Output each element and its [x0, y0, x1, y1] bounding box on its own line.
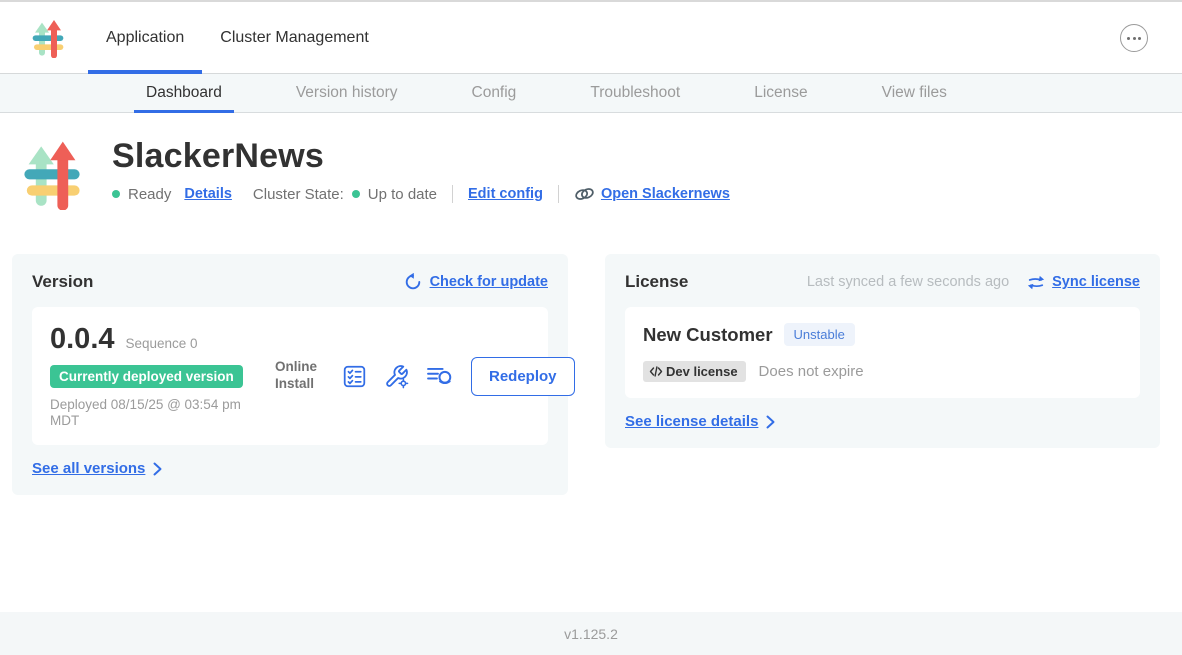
redeploy-button[interactable]: Redeploy [471, 357, 575, 396]
top-navigation: Application Cluster Management [88, 2, 387, 73]
tab-config[interactable]: Config [460, 74, 529, 112]
customer-name: New Customer [643, 324, 773, 346]
license-card-header: License Last synced a few seconds ago Sy… [625, 272, 1140, 292]
refresh-icon [404, 273, 422, 291]
version-actions: Online Install [275, 357, 575, 396]
tab-troubleshoot[interactable]: Troubleshoot [578, 74, 692, 112]
chain-link-icon [574, 186, 595, 202]
ellipsis-icon [1127, 37, 1130, 40]
tab-view-files[interactable]: View files [870, 74, 959, 112]
see-license-details-link[interactable]: See license details [625, 413, 1140, 430]
nav-cluster-management-label: Cluster Management [220, 29, 369, 47]
deployed-timestamp: Deployed 08/15/25 @ 03:54 pm MDT [50, 397, 265, 429]
app-masthead-text: SlackerNews Ready Details Cluster State:… [112, 138, 730, 203]
version-card: Version Check for update 0.0.4 Sequence … [12, 254, 568, 495]
sync-license-link[interactable]: Sync license [1027, 274, 1140, 291]
configure-version-button[interactable] [384, 364, 409, 389]
version-info: 0.0.4 Sequence 0 Currently deployed vers… [50, 323, 275, 429]
slackernews-app-logo [16, 138, 88, 210]
view-deploy-logs-button[interactable] [426, 364, 454, 388]
cluster-state-dot [352, 190, 360, 198]
nav-application-label: Application [106, 29, 184, 47]
version-number: 0.0.4 [50, 323, 115, 356]
app-masthead: SlackerNews Ready Details Cluster State:… [16, 138, 1182, 210]
overflow-menu-button[interactable] [1120, 24, 1148, 52]
chevron-right-icon [152, 462, 163, 476]
deployed-status-badge: Currently deployed version [50, 365, 243, 388]
current-version-panel: 0.0.4 Sequence 0 Currently deployed vers… [32, 307, 548, 445]
cluster-state-label: Cluster State: [253, 186, 344, 203]
app-status-dot [112, 190, 120, 198]
logs-magnifier-icon [426, 364, 454, 388]
app-tab-bar: Dashboard Version history Config Trouble… [0, 74, 1182, 113]
code-brackets-icon [649, 365, 663, 378]
open-app-link[interactable]: Open Slackernews [574, 186, 730, 202]
license-details-panel: New Customer Unstable Dev license Does n… [625, 307, 1140, 398]
license-card: License Last synced a few seconds ago Sy… [605, 254, 1160, 448]
see-all-versions-label: See all versions [32, 460, 145, 477]
nav-application[interactable]: Application [88, 2, 202, 73]
divider [452, 185, 453, 203]
install-type-label: Online Install [275, 359, 325, 393]
nav-cluster-management[interactable]: Cluster Management [202, 2, 387, 73]
divider [558, 185, 559, 203]
status-details-link[interactable]: Details [184, 186, 232, 202]
dashboard-cards: Version Check for update 0.0.4 Sequence … [0, 254, 1182, 495]
slackernews-logo-icon [28, 18, 68, 58]
channel-badge: Unstable [784, 323, 855, 346]
tab-version-history[interactable]: Version history [284, 74, 410, 112]
page-title: SlackerNews [112, 138, 730, 175]
tab-license[interactable]: License [742, 74, 819, 112]
sync-license-label: Sync license [1052, 274, 1140, 290]
version-card-title: Version [32, 272, 93, 292]
brand-logo-icon[interactable] [28, 18, 68, 58]
chevron-right-icon [765, 415, 776, 429]
license-type-badge: Dev license [643, 361, 746, 382]
checklist-icon [342, 364, 367, 389]
app-header-bar: Application Cluster Management [0, 2, 1182, 74]
console-footer: v1.125.2 [0, 612, 1182, 655]
see-all-versions-link[interactable]: See all versions [32, 460, 548, 477]
see-license-details-label: See license details [625, 413, 758, 430]
sync-arrows-icon [1027, 274, 1045, 291]
license-expiration: Does not expire [759, 363, 864, 380]
check-for-update[interactable]: Check for update [404, 273, 548, 291]
cluster-state-value: Up to date [368, 186, 437, 203]
app-icon [16, 138, 88, 210]
app-status-text: Ready [128, 186, 171, 203]
last-synced-text: Last synced a few seconds ago [807, 274, 1009, 290]
check-for-update-label: Check for update [430, 274, 548, 290]
tab-dashboard[interactable]: Dashboard [134, 74, 234, 112]
edit-config-link[interactable]: Edit config [468, 186, 543, 202]
license-card-title: License [625, 272, 688, 292]
preflight-checks-button[interactable] [342, 364, 367, 389]
version-sequence: Sequence 0 [126, 336, 198, 351]
license-type-label: Dev license [666, 364, 738, 379]
open-app-label: Open Slackernews [601, 186, 730, 202]
wrench-gear-icon [384, 364, 409, 389]
app-status-row: Ready Details Cluster State: Up to date … [112, 185, 730, 203]
console-version: v1.125.2 [564, 626, 618, 642]
version-card-header: Version Check for update [32, 272, 548, 292]
